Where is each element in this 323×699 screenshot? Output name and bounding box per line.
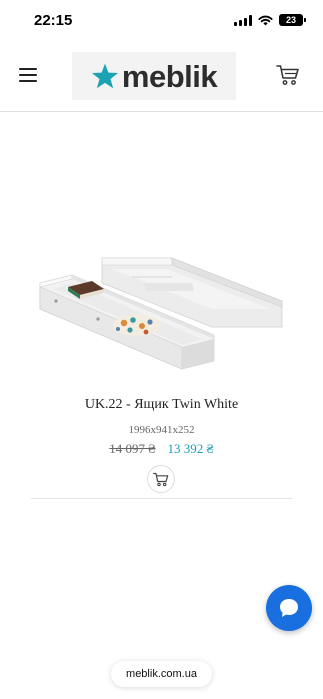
signal-icon — [234, 14, 252, 26]
battery-icon: 23 — [279, 14, 306, 26]
product-dimensions: 1996x941x252 — [128, 424, 195, 436]
price-row: 14 097 ₴ 13 392 ₴ — [0, 441, 323, 457]
hamburger-menu-icon[interactable] — [19, 67, 37, 83]
wifi-icon — [258, 15, 273, 25]
add-to-cart-button[interactable] — [147, 465, 175, 493]
shopping-cart-icon[interactable] — [276, 64, 300, 86]
old-price: 14 097 ₴ — [109, 441, 156, 456]
new-price: 13 392 ₴ — [167, 441, 214, 456]
status-time: 22:15 — [34, 12, 73, 29]
logo-text: meblik — [121, 58, 218, 94]
status-bar: 22:15 23 — [0, 0, 323, 44]
star-icon — [91, 63, 118, 88]
chat-bubble-icon — [280, 599, 298, 617]
status-icons: 23 — [234, 14, 306, 26]
product-image[interactable] — [32, 243, 290, 377]
divider — [31, 498, 292, 499]
site-logo[interactable]: meblik — [72, 52, 236, 100]
site-header: meblik — [0, 44, 323, 112]
product-title[interactable]: UK.22 - Ящик Twin White — [0, 397, 323, 413]
browser-url-bar[interactable]: meblik.com.ua — [111, 661, 212, 687]
chat-button[interactable] — [266, 585, 312, 631]
cart-icon — [153, 472, 169, 486]
